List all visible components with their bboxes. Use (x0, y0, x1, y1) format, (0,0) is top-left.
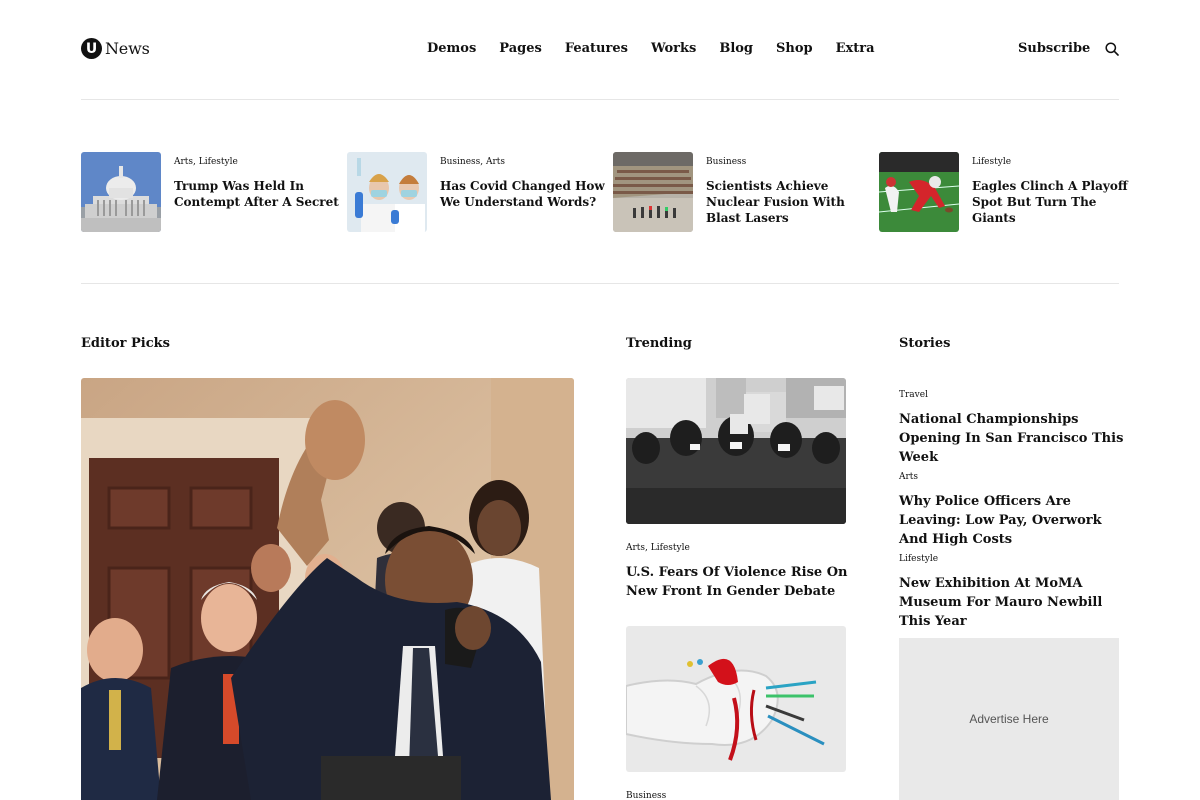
site-logo[interactable]: U News (81, 38, 150, 59)
strip-category[interactable]: Business (706, 157, 746, 167)
strip-item[interactable]: Arts, Lifestyle Trump Was Held In Contem… (81, 152, 341, 232)
trending-heading: Trending (626, 336, 692, 351)
strip-title[interactable]: Eagles Clinch A Playoff Spot But Turn Th… (972, 178, 1142, 226)
subscribe-link[interactable]: Subscribe (1018, 41, 1090, 56)
football-thumbnail[interactable] (879, 152, 959, 232)
site-header: U News Demos Pages Features Works Blog S… (81, 0, 1119, 100)
nav-blog[interactable]: Blog (719, 41, 753, 56)
trending-category[interactable]: Arts, Lifestyle (626, 543, 690, 553)
strip-category[interactable]: Lifestyle (972, 157, 1011, 167)
story-title[interactable]: Why Police Officers Are Leaving: Low Pay… (899, 492, 1124, 549)
strip-item[interactable]: Business, Arts Has Covid Changed How We … (347, 152, 607, 232)
strip-title[interactable]: Has Covid Changed How We Understand Word… (440, 178, 610, 210)
nav-demos[interactable]: Demos (427, 41, 476, 56)
story-category[interactable]: Arts (899, 472, 918, 482)
main-nav: Demos Pages Features Works Blog Shop Ext… (427, 41, 898, 56)
strip-category[interactable]: Arts, Lifestyle (174, 157, 238, 167)
story-title[interactable]: New Exhibition At MoMA Museum For Mauro … (899, 574, 1124, 631)
lab-thumbnail[interactable] (347, 152, 427, 232)
trending-category[interactable]: Business (626, 791, 666, 800)
strip-item[interactable]: Lifestyle Eagles Clinch A Playoff Spot B… (879, 152, 1139, 232)
painted-fist-image[interactable] (626, 626, 846, 772)
logo-badge: U (81, 38, 102, 59)
editor-picks-heading: Editor Picks (81, 336, 170, 351)
nav-features[interactable]: Features (565, 41, 628, 56)
nav-pages[interactable]: Pages (499, 41, 542, 56)
top-news-strip: Arts, Lifestyle Trump Was Held In Contem… (81, 152, 1128, 284)
story-category[interactable]: Travel (899, 390, 928, 400)
search-icon[interactable] (1105, 42, 1119, 56)
strip-title[interactable]: Trump Was Held In Contempt After A Secre… (174, 178, 344, 210)
protest-image[interactable] (626, 378, 846, 524)
strip-title[interactable]: Scientists Achieve Nuclear Fusion With B… (706, 178, 876, 226)
editor-pick-hero-image[interactable] (81, 378, 574, 800)
stadium-thumbnail[interactable] (613, 152, 693, 232)
trending-title[interactable]: U.S. Fears Of Violence Rise On New Front… (626, 563, 856, 601)
capitol-thumbnail[interactable] (81, 152, 161, 232)
ad-label: Advertise Here (969, 712, 1049, 726)
strip-category[interactable]: Business, Arts (440, 157, 505, 167)
nav-works[interactable]: Works (651, 41, 696, 56)
story-title[interactable]: National Championships Opening In San Fr… (899, 410, 1124, 467)
nav-extra[interactable]: Extra (836, 41, 875, 56)
story-category[interactable]: Lifestyle (899, 554, 938, 564)
stories-heading: Stories (899, 336, 951, 351)
advertisement-box[interactable]: Advertise Here (899, 638, 1119, 800)
logo-text: News (105, 39, 150, 58)
strip-item[interactable]: Business Scientists Achieve Nuclear Fusi… (613, 152, 873, 232)
nav-shop[interactable]: Shop (776, 41, 813, 56)
